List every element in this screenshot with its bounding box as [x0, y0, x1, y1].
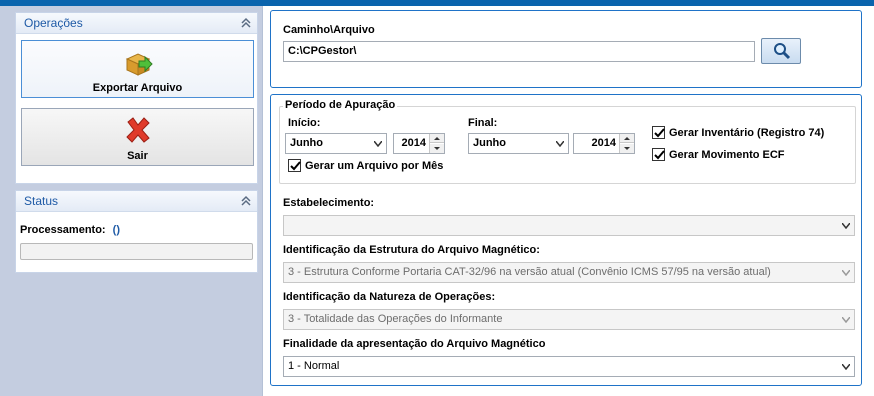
- chevron-down-icon: [842, 364, 850, 370]
- gerar-arquivo-mes-checkbox[interactable]: Gerar um Arquivo por Mês: [288, 159, 443, 172]
- gerar-inventario-checkbox[interactable]: Gerar Inventário (Registro 74): [652, 126, 824, 139]
- path-label: Caminho\Arquivo: [283, 24, 375, 36]
- status-panel: Status Processamento: (): [15, 190, 258, 273]
- natureza-label: Identificação da Natureza de Operações:: [283, 291, 496, 303]
- main-area: Caminho\Arquivo C:\CPGestor\ Período de …: [262, 6, 874, 396]
- inicio-year-stepper[interactable]: 2014: [393, 133, 445, 154]
- operacoes-panel-header[interactable]: Operações: [16, 13, 257, 34]
- finalidade-select[interactable]: 1 - Normal: [283, 356, 855, 377]
- left-pane: Operações Exportar Arquivo Sair Status P…: [0, 6, 262, 396]
- status-panel-header[interactable]: Status: [16, 191, 257, 212]
- inicio-label: Início:: [288, 117, 321, 129]
- finalidade-label: Finalidade da apresentação do Arquivo Ma…: [283, 338, 546, 350]
- estrutura-label: Identificação da Estrutura do Arquivo Ma…: [283, 244, 540, 256]
- final-year-spin-buttons[interactable]: [619, 134, 634, 153]
- red-x-icon: [126, 117, 150, 143]
- inicio-month-select[interactable]: Junho: [285, 133, 387, 154]
- gerar-movimento-checkbox[interactable]: Gerar Movimento ECF: [652, 148, 785, 161]
- spin-up-icon[interactable]: [430, 134, 444, 143]
- gerar-movimento-label: Gerar Movimento ECF: [669, 149, 785, 161]
- estrutura-value: 3 - Estrutura Conforme Portaria CAT-32/9…: [288, 266, 771, 278]
- spin-up-icon[interactable]: [620, 134, 634, 143]
- periodo-legend: Período de Apuração: [283, 99, 398, 111]
- processamento-value: (): [112, 224, 120, 236]
- exit-label: Sair: [127, 150, 148, 162]
- final-month-select[interactable]: Junho: [468, 133, 569, 154]
- final-year-stepper[interactable]: 2014: [573, 133, 635, 154]
- operacoes-panel: Operações Exportar Arquivo Sair: [15, 12, 258, 184]
- spin-down-icon[interactable]: [430, 144, 444, 153]
- gerar-arquivo-mes-label: Gerar um Arquivo por Mês: [305, 160, 444, 172]
- parameters-group: Período de Apuração Início: Junho 2014 F…: [270, 94, 862, 386]
- final-month-value: Junho: [473, 137, 506, 149]
- chevron-down-icon: [556, 141, 564, 147]
- browse-button[interactable]: [761, 38, 801, 64]
- processamento-progress-bar: [20, 243, 253, 260]
- checkbox-checked-icon[interactable]: [652, 126, 665, 139]
- collapse-chevron-icon[interactable]: [241, 17, 251, 29]
- inicio-month-value: Junho: [290, 137, 323, 149]
- chevron-down-icon: [842, 223, 850, 229]
- inicio-year-value: 2014: [401, 137, 426, 149]
- export-file-label: Exportar Arquivo: [92, 82, 183, 94]
- final-year-value: 2014: [591, 137, 616, 149]
- status-panel-title: Status: [24, 194, 59, 208]
- estabelecimento-label: Estabelecimento:: [283, 197, 375, 209]
- inicio-year-spin-buttons[interactable]: [429, 134, 444, 153]
- magnifier-icon: [774, 43, 791, 60]
- final-label: Final:: [468, 117, 498, 129]
- export-file-button[interactable]: Exportar Arquivo: [21, 40, 254, 98]
- chevron-down-icon: [374, 141, 382, 147]
- natureza-select[interactable]: 3 - Totalidade das Operações do Informan…: [283, 309, 855, 330]
- estabelecimento-select[interactable]: [283, 215, 855, 236]
- natureza-value: 3 - Totalidade das Operações do Informan…: [288, 313, 503, 325]
- exit-button[interactable]: Sair: [21, 108, 254, 166]
- path-input[interactable]: C:\CPGestor\: [283, 41, 755, 62]
- checkbox-checked-icon[interactable]: [288, 159, 301, 172]
- chevron-down-icon: [842, 317, 850, 323]
- operacoes-panel-title: Operações: [24, 16, 83, 30]
- processamento-label: Processamento:: [20, 224, 106, 236]
- spin-down-icon[interactable]: [620, 144, 634, 153]
- collapse-chevron-icon[interactable]: [241, 195, 251, 207]
- processamento-row: Processamento: (): [20, 224, 120, 236]
- gerar-inventario-label: Gerar Inventário (Registro 74): [669, 127, 825, 139]
- estrutura-select[interactable]: 3 - Estrutura Conforme Portaria CAT-32/9…: [283, 262, 855, 283]
- export-box-icon: [125, 53, 153, 76]
- checkbox-checked-icon[interactable]: [652, 148, 665, 161]
- finalidade-value: 1 - Normal: [288, 360, 340, 372]
- chevron-down-icon: [842, 270, 850, 276]
- path-group: Caminho\Arquivo C:\CPGestor\: [270, 10, 862, 88]
